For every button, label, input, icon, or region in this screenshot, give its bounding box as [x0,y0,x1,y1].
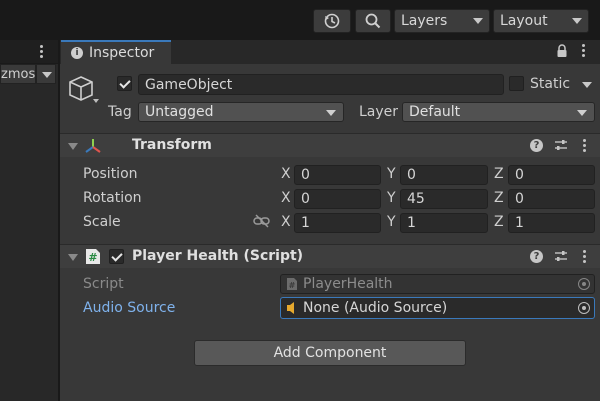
scale-y-field[interactable]: 1 [400,213,488,233]
position-z-value: 0 [515,167,524,183]
help-icon[interactable]: ? [530,250,543,263]
svg-text:#: # [88,251,97,264]
gameobject-cube-icon[interactable] [66,74,102,106]
search-button[interactable] [355,9,391,33]
scale-x-field[interactable]: 1 [294,213,381,233]
rotation-z-value: 0 [515,191,524,207]
rotation-z-field[interactable]: 0 [508,189,595,209]
gameobject-name-field[interactable]: GameObject [138,74,504,95]
player-health-title: Player Health (Script) [132,248,304,264]
audio-source-icon [287,302,294,314]
object-picker-icon[interactable] [578,302,590,314]
scale-x-value: 1 [301,215,310,231]
gizmos-label: zmos [1,66,36,82]
presets-icon[interactable] [554,250,568,262]
audio-source-field[interactable]: None (Audio Source) [280,297,595,319]
scale-z-value: 1 [515,215,524,231]
rotation-x-label: X [281,190,291,206]
player-health-foldout-arrow[interactable] [68,254,78,261]
chevron-down-icon [326,110,336,116]
layers-dropdown-label: Layers [401,13,448,29]
layout-dropdown[interactable]: Layout [493,9,589,33]
chevron-down-icon [572,18,582,24]
static-checkbox[interactable] [509,76,524,91]
add-component-button[interactable]: Add Component [194,340,466,366]
tab-inspector-label: Inspector [89,45,155,61]
search-icon [365,13,381,29]
gameobject-active-checkbox[interactable] [117,76,132,91]
rotation-label: Rotation [83,190,142,206]
gameobject-name-value: GameObject [145,76,233,93]
rotation-z-label: Z [494,190,504,206]
gizmos-button[interactable]: zmos [0,64,36,84]
transform-foldout-arrow[interactable] [68,143,78,150]
player-health-enabled-checkbox[interactable] [109,249,124,264]
history-icon [324,13,340,29]
player-health-menu-icon[interactable] [583,250,587,264]
static-label: Static [530,76,571,92]
inspector-menu-icon[interactable] [582,44,586,58]
audio-source-value: None (Audio Source) [303,300,448,316]
position-y-label: Y [387,166,396,182]
position-x-value: 0 [301,167,310,183]
rotation-y-label: Y [387,190,396,206]
position-z-label: Z [494,166,504,182]
rotation-y-value: 45 [407,191,425,207]
position-x-field[interactable]: 0 [294,165,381,185]
position-y-field[interactable]: 0 [400,165,488,185]
transform-menu-icon[interactable] [583,139,587,153]
layout-dropdown-label: Layout [500,13,548,29]
scene-panel [0,40,58,401]
lock-icon[interactable] [556,44,568,58]
transform-title: Transform [132,137,212,153]
scale-y-value: 1 [407,215,416,231]
scale-z-field[interactable]: 1 [508,213,595,233]
object-picker-icon [578,278,590,290]
scene-panel-tabbar [0,40,58,64]
layers-dropdown[interactable]: Layers [394,9,490,33]
tag-dropdown[interactable]: Untagged [138,102,344,122]
chevron-down-icon [473,18,483,24]
tab-inspector[interactable]: i Inspector [61,40,171,64]
constrain-proportions-icon[interactable] [253,214,271,228]
static-dropdown-arrow[interactable] [582,82,592,88]
scale-z-label: Z [494,214,504,230]
layer-label: Layer [359,104,399,120]
script-file-icon: # [287,278,297,290]
transform-axes-icon [85,139,101,153]
position-z-field[interactable]: 0 [508,165,595,185]
audio-source-label: Audio Source [83,300,176,316]
svg-text:#: # [289,281,296,290]
gizmos-dropdown-arrow[interactable] [36,64,56,84]
scale-x-label: X [281,214,291,230]
scale-y-label: Y [387,214,396,230]
chevron-down-icon [577,110,587,116]
scale-label: Scale [83,214,121,230]
presets-icon[interactable] [554,139,568,151]
rotation-x-field[interactable]: 0 [294,189,381,209]
history-button[interactable] [313,9,351,33]
position-label: Position [83,166,138,182]
help-icon[interactable]: ? [530,139,543,152]
tag-value: Untagged [145,104,214,120]
rotation-x-value: 0 [301,191,310,207]
tag-label: Tag [108,104,132,120]
layer-value: Default [409,104,461,120]
script-field: # PlayerHealth [280,274,595,294]
layer-dropdown[interactable]: Default [402,102,595,122]
script-label: Script [83,276,124,292]
add-component-label: Add Component [273,345,387,361]
csharp-script-icon: # [86,249,100,264]
scene-panel-menu-icon[interactable] [40,45,44,59]
position-y-value: 0 [407,167,416,183]
position-x-label: X [281,166,291,182]
rotation-y-field[interactable]: 45 [400,189,488,209]
info-icon: i [71,47,83,59]
script-value: PlayerHealth [303,276,393,292]
